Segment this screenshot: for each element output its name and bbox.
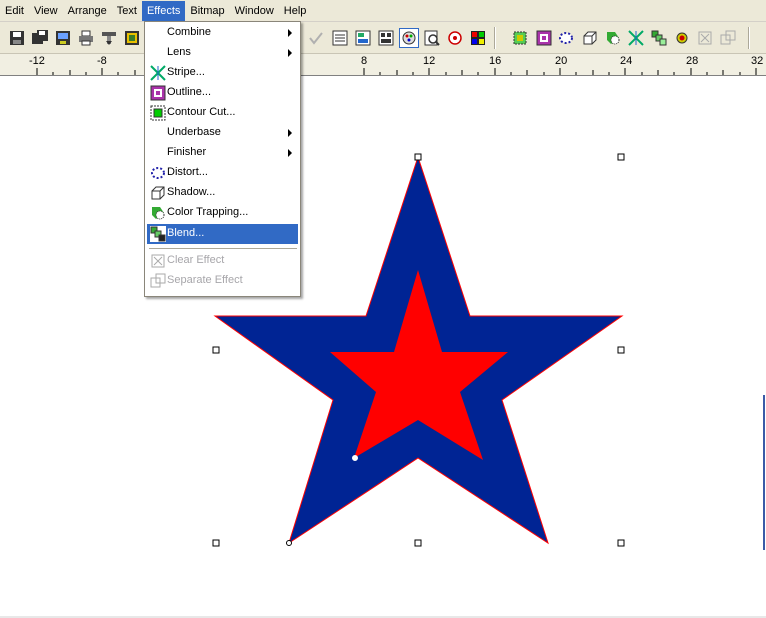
menu-item-blend[interactable]: Blend... [147, 224, 298, 244]
color-picker-icon[interactable] [445, 28, 465, 48]
save-all-icon[interactable] [30, 28, 50, 48]
shadow-icon [151, 186, 165, 200]
palette-icon[interactable] [399, 28, 419, 48]
ruler-label: 28 [686, 55, 699, 67]
check-icon[interactable] [306, 28, 326, 48]
clear-effect-icon [151, 254, 165, 268]
menu-item-clear-effect[interactable]: Clear Effect [147, 251, 298, 271]
properties-icon[interactable] [330, 28, 350, 48]
effects-menu: Combine Lens Stripe... Outline... Contou… [144, 21, 301, 297]
menu-item-distort[interactable]: Distort... [147, 163, 298, 183]
submenu-arrow-icon [288, 29, 292, 37]
distort-icon[interactable] [556, 28, 576, 48]
stripe-icon [150, 65, 166, 81]
menu-item-finisher[interactable]: Finisher [147, 143, 298, 163]
menu-bitmap[interactable]: Bitmap [185, 1, 229, 21]
menu-item-shadow[interactable]: Shadow... [147, 183, 298, 203]
main-toolbar [0, 22, 766, 54]
zoom-icon[interactable] [422, 28, 442, 48]
clear-effect-icon[interactable] [695, 28, 715, 48]
ruler-label: -12 [29, 55, 45, 67]
trapping-icon[interactable] [603, 28, 623, 48]
toolbar-separator [748, 27, 750, 49]
ruler-label: 16 [489, 55, 502, 67]
bitmap-export-icon[interactable] [122, 28, 142, 48]
menu-item-color-trapping[interactable]: Color Trapping... [147, 203, 298, 223]
shadow-icon[interactable] [580, 28, 600, 48]
menu-separator [149, 248, 297, 249]
submenu-arrow-icon [288, 49, 292, 57]
menu-view[interactable]: View [29, 1, 63, 21]
menu-item-label: Blend... [167, 227, 205, 239]
blend-icon [150, 226, 166, 242]
ruler-label: 8 [361, 55, 368, 67]
export-icon[interactable] [53, 28, 73, 48]
menu-item-label: Clear Effect [167, 254, 225, 266]
layers-icon[interactable] [376, 28, 396, 48]
menu-bar: Edit View Arrange Text Effects Bitmap Wi… [0, 0, 766, 22]
menu-item-stripe[interactable]: Stripe... [147, 63, 298, 83]
menu-text[interactable]: Text [112, 1, 142, 21]
ruler-label: 32 [751, 55, 764, 67]
separate-effect-icon[interactable] [718, 28, 738, 48]
contour-icon[interactable] [510, 28, 530, 48]
weld-icon[interactable] [672, 28, 692, 48]
menu-item-label: Outline... [167, 86, 212, 98]
cut-plotter-icon[interactable] [99, 28, 119, 48]
menu-item-label: Lens [167, 46, 191, 58]
save-icon[interactable] [7, 28, 27, 48]
menu-item-label: Distort... [167, 166, 208, 178]
color-grid-icon[interactable] [468, 28, 488, 48]
contour-cut-icon [150, 105, 166, 121]
menu-item-outline[interactable]: Outline... [147, 83, 298, 103]
menu-item-label: Contour Cut... [167, 106, 236, 118]
menu-item-label: Separate Effect [167, 274, 243, 286]
menu-item-lens[interactable]: Lens [147, 43, 298, 63]
menu-item-label: Combine [167, 26, 212, 38]
ruler-ticks [36, 68, 757, 75]
menu-item-label: Underbase [167, 126, 221, 138]
menu-effects[interactable]: Effects [141, 0, 186, 21]
menu-window[interactable]: Window [230, 1, 279, 21]
design-canvas[interactable] [0, 77, 766, 618]
menu-item-combine[interactable]: Combine [147, 23, 298, 43]
blend-icon[interactable] [649, 28, 669, 48]
outline-icon[interactable] [534, 28, 554, 48]
submenu-arrow-icon [288, 149, 292, 157]
menu-edit[interactable]: Edit [0, 1, 29, 21]
ruler-label: 24 [620, 55, 633, 67]
menu-arrange[interactable]: Arrange [63, 1, 112, 21]
menu-item-separate-effect[interactable]: Separate Effect [147, 271, 298, 291]
page-edge [763, 395, 765, 550]
align-icon[interactable] [353, 28, 373, 48]
ruler-label: 20 [555, 55, 568, 67]
toolbar-separator [494, 27, 496, 49]
menu-help[interactable]: Help [279, 1, 312, 21]
ruler-label: -8 [97, 55, 107, 67]
submenu-arrow-icon [288, 129, 292, 137]
menu-item-label: Color Trapping... [167, 206, 249, 218]
menu-item-label: Finisher [167, 146, 207, 158]
menu-item-label: Stripe... [167, 66, 205, 78]
stripe-icon[interactable] [626, 28, 646, 48]
menu-item-underbase[interactable]: Underbase [147, 123, 298, 143]
separate-effect-icon [150, 273, 166, 288]
outline-icon [150, 85, 166, 101]
menu-item-label: Shadow... [167, 186, 216, 198]
distort-icon [151, 167, 165, 179]
ruler-label: 12 [423, 55, 436, 67]
print-icon[interactable] [76, 28, 96, 48]
color-trapping-icon [152, 207, 165, 220]
menu-item-contour-cut[interactable]: Contour Cut... [147, 103, 298, 123]
horizontal-ruler[interactable]: -12 -8 8 12 16 20 24 28 32 [0, 54, 766, 76]
artwork [212, 153, 625, 547]
